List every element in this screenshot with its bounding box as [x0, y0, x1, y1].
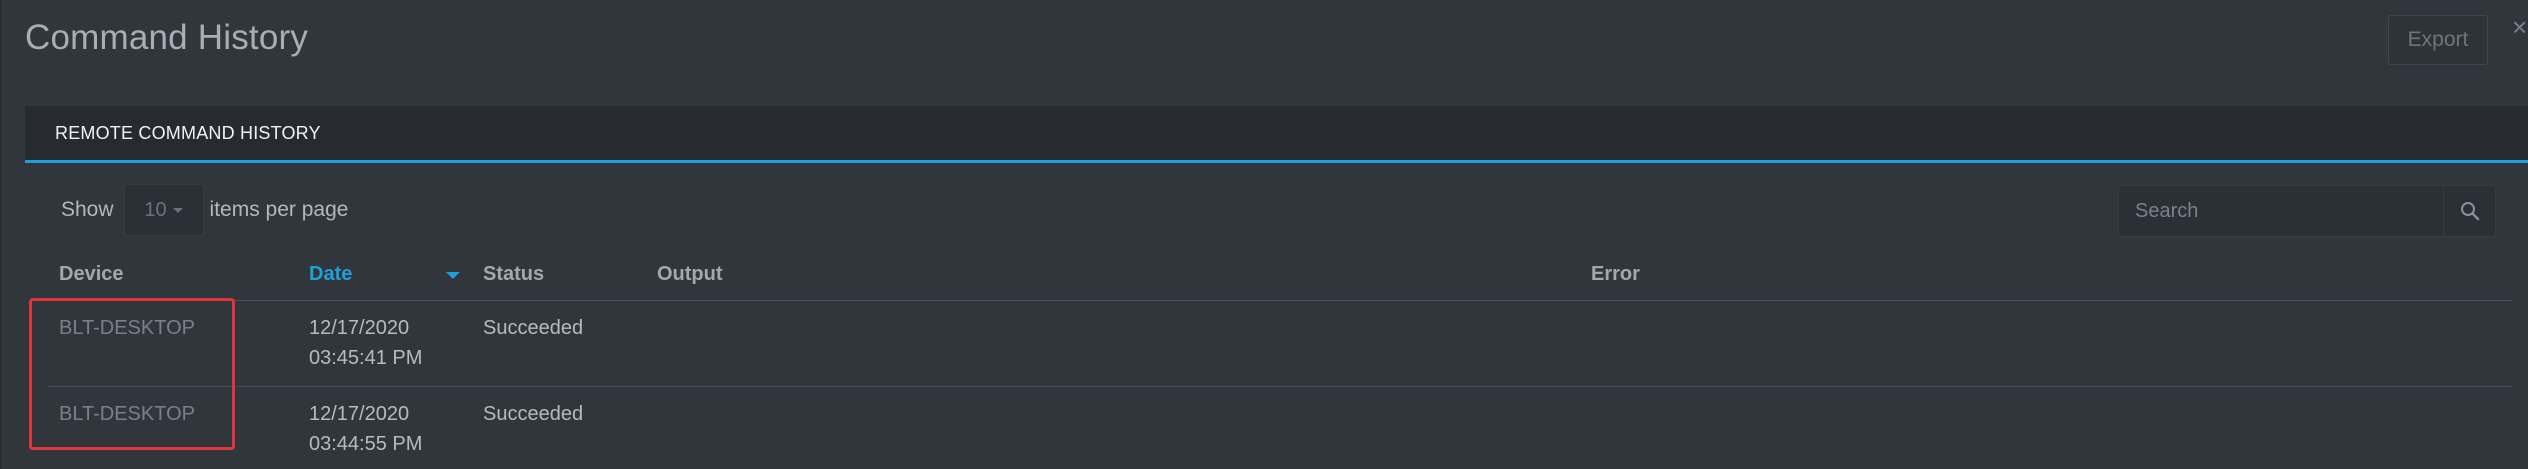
- search-icon: [2460, 202, 2479, 221]
- table-row[interactable]: BLT-DESKTOP 12/17/2020 03:44:55 PM Succe…: [47, 387, 2512, 469]
- search-button[interactable]: [2444, 185, 2496, 237]
- show-label: Show: [61, 198, 114, 221]
- column-header-error[interactable]: Error: [1591, 248, 1640, 300]
- column-header-output[interactable]: Output: [657, 248, 723, 300]
- export-button[interactable]: Export: [2388, 15, 2488, 65]
- date-cell: 12/17/2020 03:44:55 PM: [309, 403, 423, 455]
- search-box: [2118, 185, 2496, 237]
- command-history-dialog: Command History Export × REMOTE COMMAND …: [0, 0, 2528, 469]
- tab-remote-command-history[interactable]: REMOTE COMMAND HISTORY: [25, 106, 351, 160]
- date-cell: 12/17/2020 03:45:41 PM: [309, 317, 423, 369]
- per-page-label: items per page: [209, 198, 349, 221]
- column-header-status[interactable]: Status: [483, 248, 544, 300]
- left-edge-divider: [0, 0, 2, 469]
- device-cell[interactable]: BLT-DESKTOP: [59, 313, 195, 343]
- device-cell[interactable]: BLT-DESKTOP: [59, 399, 195, 429]
- table-header: Device Date Status Output Error: [47, 248, 2512, 301]
- status-cell: Succeeded: [483, 403, 584, 425]
- search-input[interactable]: [2118, 185, 2444, 237]
- caret-down-icon: [172, 207, 183, 213]
- dialog-title: Command History: [25, 18, 309, 57]
- command-history-table: Device Date Status Output Error BLT-DESK…: [47, 248, 2512, 469]
- page-size-value: 10: [144, 198, 167, 221]
- page-size-dropdown[interactable]: 10: [123, 184, 204, 236]
- page-size-control: Show 10 items per page: [61, 184, 348, 236]
- column-header-date[interactable]: Date: [309, 248, 352, 300]
- column-header-device[interactable]: Device: [59, 248, 124, 300]
- status-cell: Succeeded: [483, 317, 584, 339]
- sort-down-icon[interactable]: [446, 272, 460, 279]
- table-row[interactable]: BLT-DESKTOP 12/17/2020 03:45:41 PM Succe…: [47, 301, 2512, 387]
- close-icon[interactable]: ×: [2512, 14, 2528, 40]
- tab-bar: REMOTE COMMAND HISTORY: [25, 106, 2528, 163]
